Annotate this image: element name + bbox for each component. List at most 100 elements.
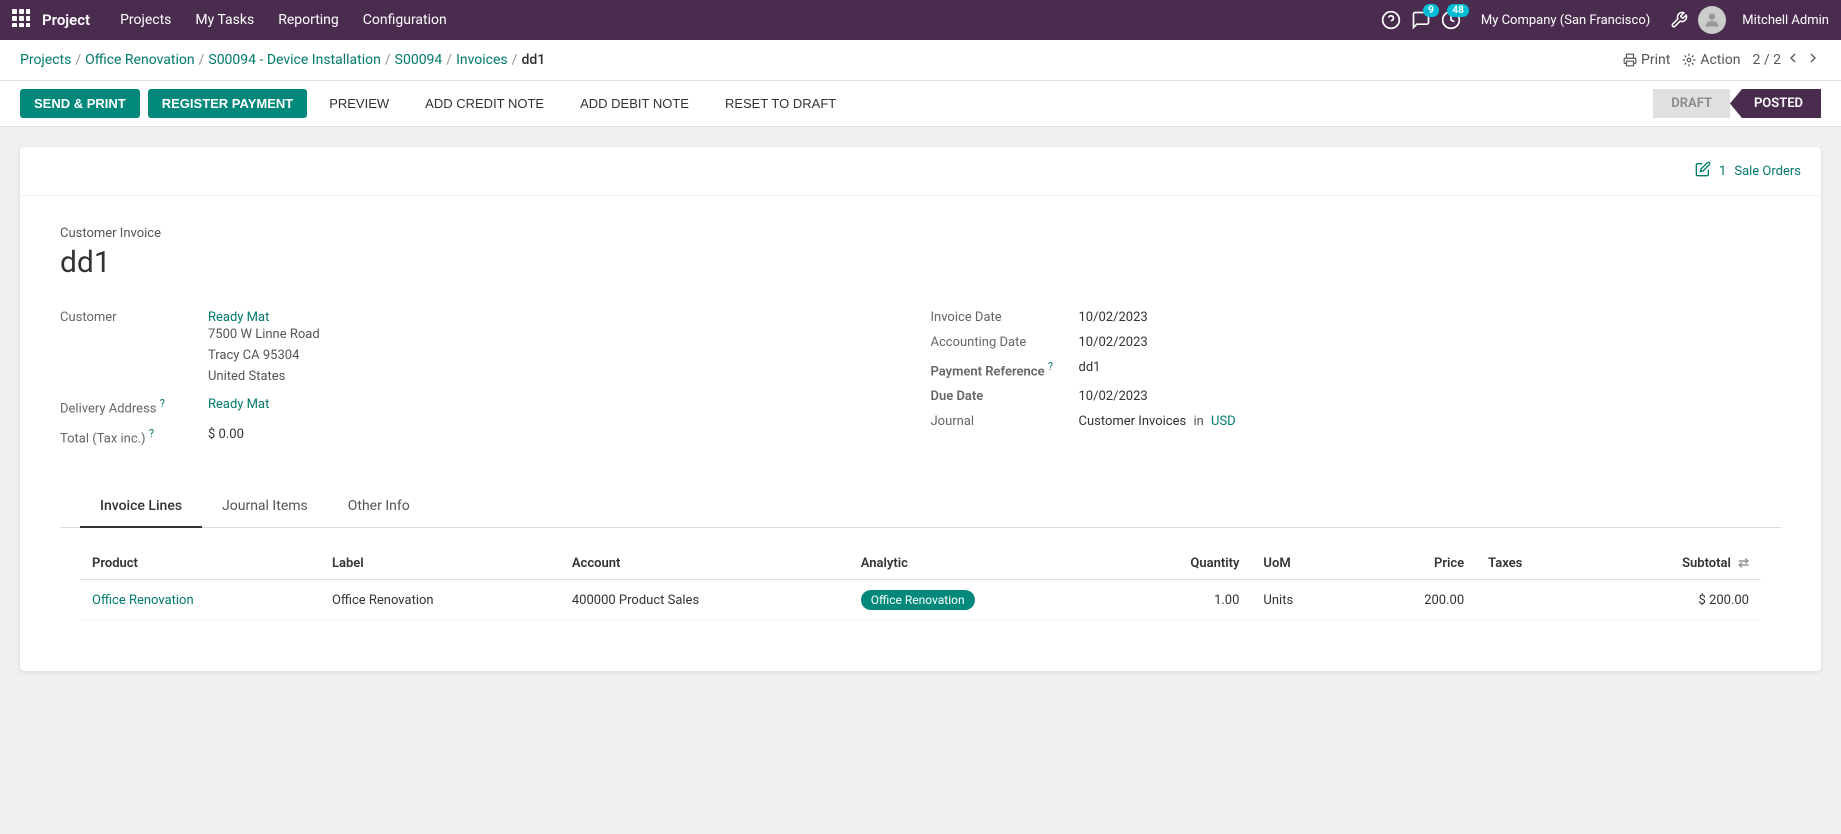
subtotal-settings-icon[interactable]: ⇄ bbox=[1738, 556, 1749, 571]
tab-other-info[interactable]: Other Info bbox=[328, 486, 430, 528]
due-date-row: Due Date 10/02/2023 bbox=[931, 389, 1782, 404]
delivery-address-label: Delivery Address ? bbox=[60, 397, 200, 416]
journal-label: Journal bbox=[931, 414, 1071, 429]
invoice-details: Customer Ready Mat 7500 W Linne Road Tra… bbox=[60, 310, 1781, 456]
invoice-body: Customer Invoice dd1 Customer Ready Mat … bbox=[20, 196, 1821, 671]
row-price: 200.00 bbox=[1354, 580, 1476, 621]
journal-currency[interactable]: USD bbox=[1211, 414, 1236, 429]
app-name: Project bbox=[42, 11, 90, 29]
app-grid-icon[interactable] bbox=[12, 9, 30, 31]
invoice-date-row: Invoice Date 10/02/2023 bbox=[931, 310, 1782, 325]
breadcrumb-projects[interactable]: Projects bbox=[20, 52, 71, 68]
delivery-address-row: Delivery Address ? Ready Mat bbox=[60, 397, 911, 416]
col-subtotal: Subtotal ⇄ bbox=[1587, 548, 1761, 580]
breadcrumb-invoices[interactable]: Invoices bbox=[456, 52, 508, 68]
avatar bbox=[1698, 6, 1726, 34]
row-subtotal: $ 200.00 bbox=[1587, 580, 1761, 621]
print-button[interactable]: Print bbox=[1623, 52, 1670, 68]
row-account: 400000 Product Sales bbox=[560, 580, 849, 621]
payment-reference-row: Payment Reference ? dd1 bbox=[931, 360, 1782, 379]
activity-icon[interactable]: 48 bbox=[1441, 10, 1461, 30]
analytic-tag: Office Renovation bbox=[861, 590, 975, 610]
support-icon[interactable] bbox=[1381, 10, 1401, 30]
next-page-button[interactable] bbox=[1805, 50, 1821, 70]
journal-row: Journal Customer Invoices in USD bbox=[931, 414, 1782, 429]
breadcrumb-office-renovation[interactable]: Office Renovation bbox=[85, 52, 194, 68]
payment-reference-value: dd1 bbox=[1079, 360, 1101, 375]
add-credit-note-button[interactable]: ADD CREDIT NOTE bbox=[411, 90, 558, 117]
breadcrumb-bar: Projects / Office Renovation / S00094 - … bbox=[0, 40, 1841, 81]
edit-icon bbox=[1695, 161, 1711, 181]
customer-address: 7500 W Linne Road Tracy CA 95304 United … bbox=[208, 325, 320, 387]
col-account: Account bbox=[560, 548, 849, 580]
col-price: Price bbox=[1354, 548, 1476, 580]
invoice-card: 1 Sale Orders Customer Invoice dd1 Custo… bbox=[20, 147, 1821, 671]
page-counter: 2 / 2 bbox=[1753, 52, 1781, 68]
total-value: $ 0.00 bbox=[208, 427, 244, 442]
row-quantity: 1.00 bbox=[1112, 580, 1251, 621]
invoice-lines-section: Product Label Account Analytic Quantity … bbox=[60, 528, 1781, 641]
row-analytic: Office Renovation bbox=[849, 580, 1112, 621]
tab-journal-items[interactable]: Journal Items bbox=[202, 486, 328, 528]
sale-orders-link[interactable]: 1 Sale Orders bbox=[1695, 161, 1801, 181]
col-taxes: Taxes bbox=[1476, 548, 1587, 580]
prev-page-button[interactable] bbox=[1785, 50, 1801, 70]
customer-name[interactable]: Ready Mat bbox=[208, 310, 320, 325]
invoice-date-label: Invoice Date bbox=[931, 310, 1071, 325]
due-date-label: Due Date bbox=[931, 389, 1071, 404]
col-label: Label bbox=[320, 548, 560, 580]
pagination: 2 / 2 bbox=[1753, 50, 1821, 70]
col-analytic: Analytic bbox=[849, 548, 1112, 580]
breadcrumb-device-installation[interactable]: S00094 - Device Installation bbox=[208, 52, 380, 68]
settings-icon[interactable] bbox=[1670, 11, 1688, 29]
breadcrumb-current: dd1 bbox=[521, 52, 545, 68]
register-payment-button[interactable]: REGISTER PAYMENT bbox=[148, 89, 307, 118]
customer-row: Customer Ready Mat 7500 W Linne Road Tra… bbox=[60, 310, 911, 387]
accounting-date-value: 10/02/2023 bbox=[1079, 335, 1148, 350]
nav-my-tasks[interactable]: My Tasks bbox=[185, 6, 264, 34]
invoice-right-details: Invoice Date 10/02/2023 Accounting Date … bbox=[931, 310, 1782, 456]
accounting-date-label: Accounting Date bbox=[931, 335, 1071, 350]
nav-configuration[interactable]: Configuration bbox=[353, 6, 457, 34]
invoice-title: dd1 bbox=[60, 245, 1781, 280]
customer-label: Customer bbox=[60, 310, 200, 325]
chat-icon[interactable]: 9 bbox=[1411, 10, 1431, 30]
invoice-lines-table: Product Label Account Analytic Quantity … bbox=[80, 548, 1761, 621]
table-row: Office Renovation Office Renovation 4000… bbox=[80, 580, 1761, 621]
tab-invoice-lines[interactable]: Invoice Lines bbox=[80, 486, 202, 528]
total-row: Total (Tax inc.) ? $ 0.00 bbox=[60, 427, 911, 446]
status-bar: DRAFT POSTED bbox=[1653, 89, 1821, 118]
tabs: Invoice Lines Journal Items Other Info bbox=[60, 486, 1781, 528]
nav-projects[interactable]: Projects bbox=[110, 6, 181, 34]
breadcrumb-actions: Print Action 2 / 2 bbox=[1623, 50, 1821, 70]
user-name: Mitchell Admin bbox=[1742, 13, 1829, 28]
send-print-button[interactable]: SEND & PRINT bbox=[20, 89, 140, 118]
col-uom: UoM bbox=[1251, 548, 1354, 580]
due-date-value: 10/02/2023 bbox=[1079, 389, 1148, 404]
breadcrumb-s00094[interactable]: S00094 bbox=[395, 52, 443, 68]
row-uom: Units bbox=[1251, 580, 1354, 621]
preview-button[interactable]: PREVIEW bbox=[315, 90, 403, 117]
journal-value: Customer Invoices in USD bbox=[1079, 414, 1236, 429]
sale-orders-label: Sale Orders bbox=[1734, 164, 1801, 179]
status-posted: POSTED bbox=[1730, 89, 1821, 118]
payment-reference-label: Payment Reference ? bbox=[931, 360, 1071, 379]
status-draft: DRAFT bbox=[1653, 89, 1730, 118]
activity-badge: 48 bbox=[1447, 4, 1468, 17]
delivery-address-value[interactable]: Ready Mat bbox=[208, 397, 269, 412]
action-button[interactable]: Action bbox=[1682, 52, 1740, 68]
invoice-type: Customer Invoice bbox=[60, 226, 1781, 241]
col-product: Product bbox=[80, 548, 320, 580]
row-product[interactable]: Office Renovation bbox=[80, 580, 320, 621]
top-navigation: Project Projects My Tasks Reporting Conf… bbox=[0, 0, 1841, 40]
nav-reporting[interactable]: Reporting bbox=[268, 6, 349, 34]
invoice-date-value: 10/02/2023 bbox=[1079, 310, 1148, 325]
sale-orders-banner: 1 Sale Orders bbox=[20, 147, 1821, 196]
col-quantity: Quantity bbox=[1112, 548, 1251, 580]
reset-to-draft-button[interactable]: RESET TO DRAFT bbox=[711, 90, 850, 117]
add-debit-note-button[interactable]: ADD DEBIT NOTE bbox=[566, 90, 703, 117]
company-name: My Company (San Francisco) bbox=[1481, 13, 1650, 28]
sale-orders-count: 1 bbox=[1719, 164, 1726, 179]
accounting-date-row: Accounting Date 10/02/2023 bbox=[931, 335, 1782, 350]
main-content: 1 Sale Orders Customer Invoice dd1 Custo… bbox=[0, 127, 1841, 831]
